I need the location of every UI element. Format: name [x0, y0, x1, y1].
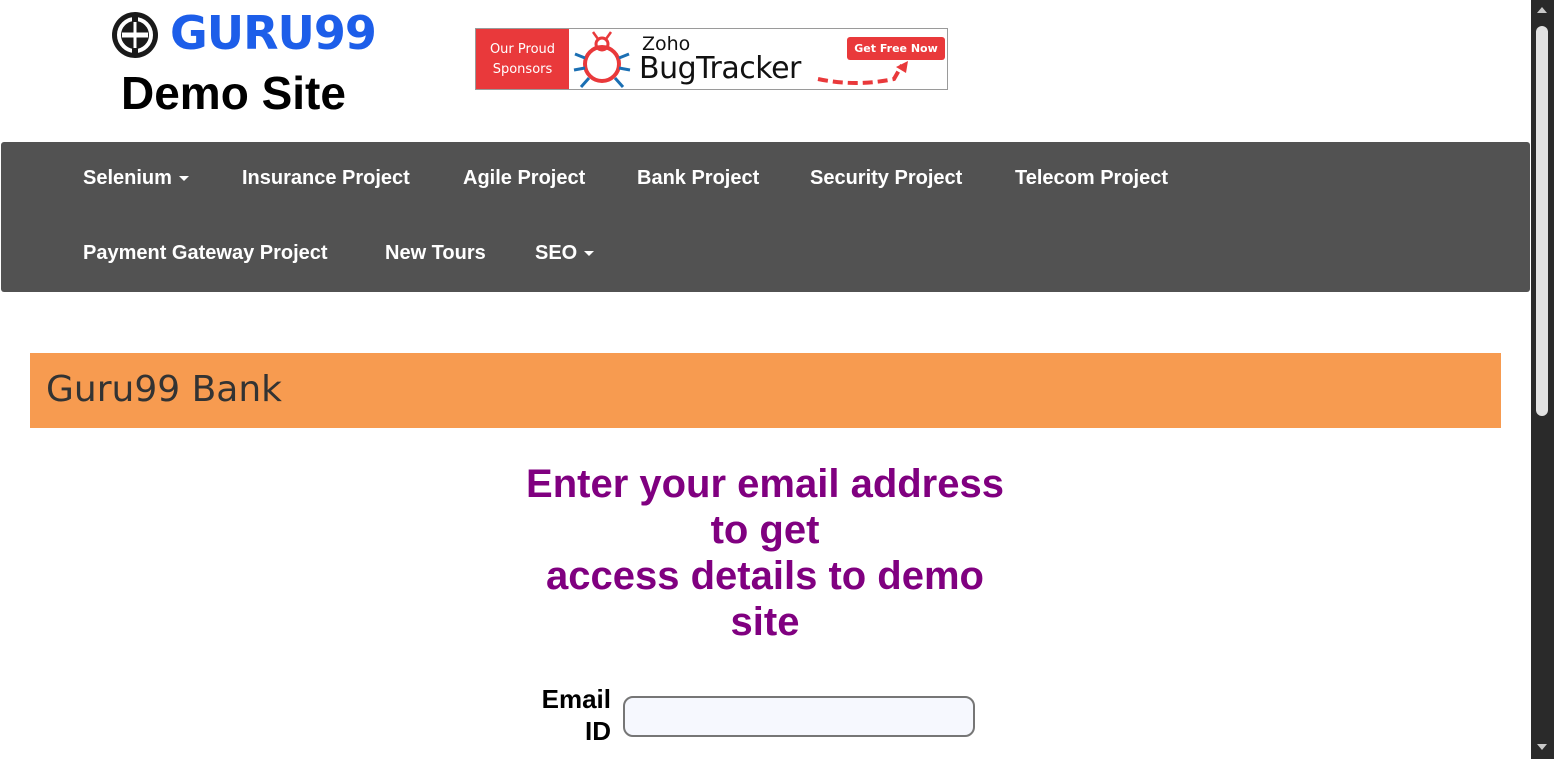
scroll-down-arrow-icon[interactable]: [1537, 744, 1547, 750]
nav-item-selenium-label: Selenium: [83, 167, 172, 189]
heading-line-4: site: [730, 600, 800, 644]
email-label-line1: Email: [541, 684, 611, 714]
arrow-icon: [817, 61, 908, 85]
sponsor-banner[interactable]: Our Proud Sponsors Zoho BugTracker Get F…: [475, 28, 948, 90]
sponsor-product: BugTracker: [639, 51, 801, 86]
scroll-up-arrow-icon[interactable]: [1537, 7, 1547, 13]
nav-item-new-tours[interactable]: New Tours: [385, 242, 486, 265]
sponsor-label-line2: Sponsors: [492, 62, 553, 77]
nav-item-telecom-project[interactable]: Telecom Project: [1015, 167, 1168, 190]
sponsor-label-line1: Our Proud: [489, 42, 556, 57]
heading-line-2: to get: [710, 508, 820, 552]
chevron-down-icon: [178, 176, 189, 182]
sponsor-label: Our Proud Sponsors: [476, 29, 569, 89]
nav-item-payment-gateway-project[interactable]: Payment Gateway Project: [83, 242, 328, 265]
guru99-logo-icon: [112, 12, 158, 58]
main-navbar: Selenium Insurance Project Agile Project…: [1, 142, 1530, 292]
nav-item-seo-label: SEO: [535, 242, 578, 264]
nav-item-agile-project[interactable]: Agile Project: [463, 167, 585, 190]
nav-item-selenium[interactable]: Selenium: [83, 167, 189, 190]
email-id-label: Email ID: [520, 683, 611, 747]
email-label-line2: ID: [585, 716, 611, 746]
site-logo[interactable]: GURU99 Demo Site: [110, 6, 377, 119]
heading-line-3: access details to demo: [546, 554, 984, 598]
site-subtitle: Demo Site: [121, 67, 346, 119]
chevron-down-icon: [584, 251, 595, 257]
page-title: Guru99 Bank: [46, 369, 283, 410]
nav-item-bank-project[interactable]: Bank Project: [637, 167, 759, 190]
bank-title-bar: Guru99 Bank: [30, 353, 1501, 428]
vertical-scrollbar[interactable]: [1531, 0, 1554, 759]
logo-text: GURU99: [170, 6, 377, 60]
nav-item-security-project[interactable]: Security Project: [810, 167, 962, 190]
heading-line-1: Enter your email address: [526, 462, 1004, 506]
scrollbar-thumb[interactable]: [1536, 26, 1548, 416]
nav-item-insurance-project[interactable]: Insurance Project: [242, 167, 410, 190]
access-heading: Enter your email address to get access d…: [490, 461, 1040, 645]
bug-icon: [573, 31, 631, 88]
email-id-input[interactable]: [623, 696, 975, 737]
get-free-now-button[interactable]: Get Free Now: [847, 37, 945, 60]
page: GURU99 Demo Site Our Proud Sponsors Zoho…: [0, 0, 1554, 759]
nav-item-seo[interactable]: SEO: [535, 242, 595, 265]
